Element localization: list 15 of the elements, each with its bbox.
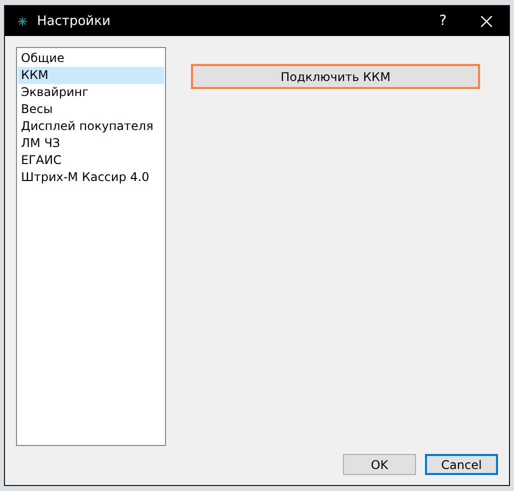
list-item[interactable]: Общие bbox=[18, 50, 164, 67]
window-title: Настройки bbox=[37, 14, 112, 28]
list-item[interactable]: ККМ bbox=[18, 67, 164, 84]
connect-button[interactable]: Подключить ККМ bbox=[191, 64, 480, 89]
list-item[interactable]: Штрих-М Кассир 4.0 bbox=[18, 169, 164, 186]
list-item[interactable]: Весы bbox=[18, 101, 164, 118]
snowflake-icon bbox=[18, 16, 27, 26]
help-button[interactable]: ? bbox=[423, 6, 463, 36]
dialog-button[interactable]: Cancel bbox=[425, 454, 498, 475]
list-item[interactable]: ЕГАИС bbox=[18, 152, 164, 169]
list-item[interactable]: ЛМ ЧЗ bbox=[18, 135, 164, 152]
close-icon bbox=[480, 16, 492, 26]
list-item[interactable]: Эквайринг bbox=[18, 84, 164, 101]
dialog-button[interactable]: OK bbox=[343, 454, 416, 475]
list-item[interactable]: Дисплей покупателя bbox=[18, 118, 164, 135]
